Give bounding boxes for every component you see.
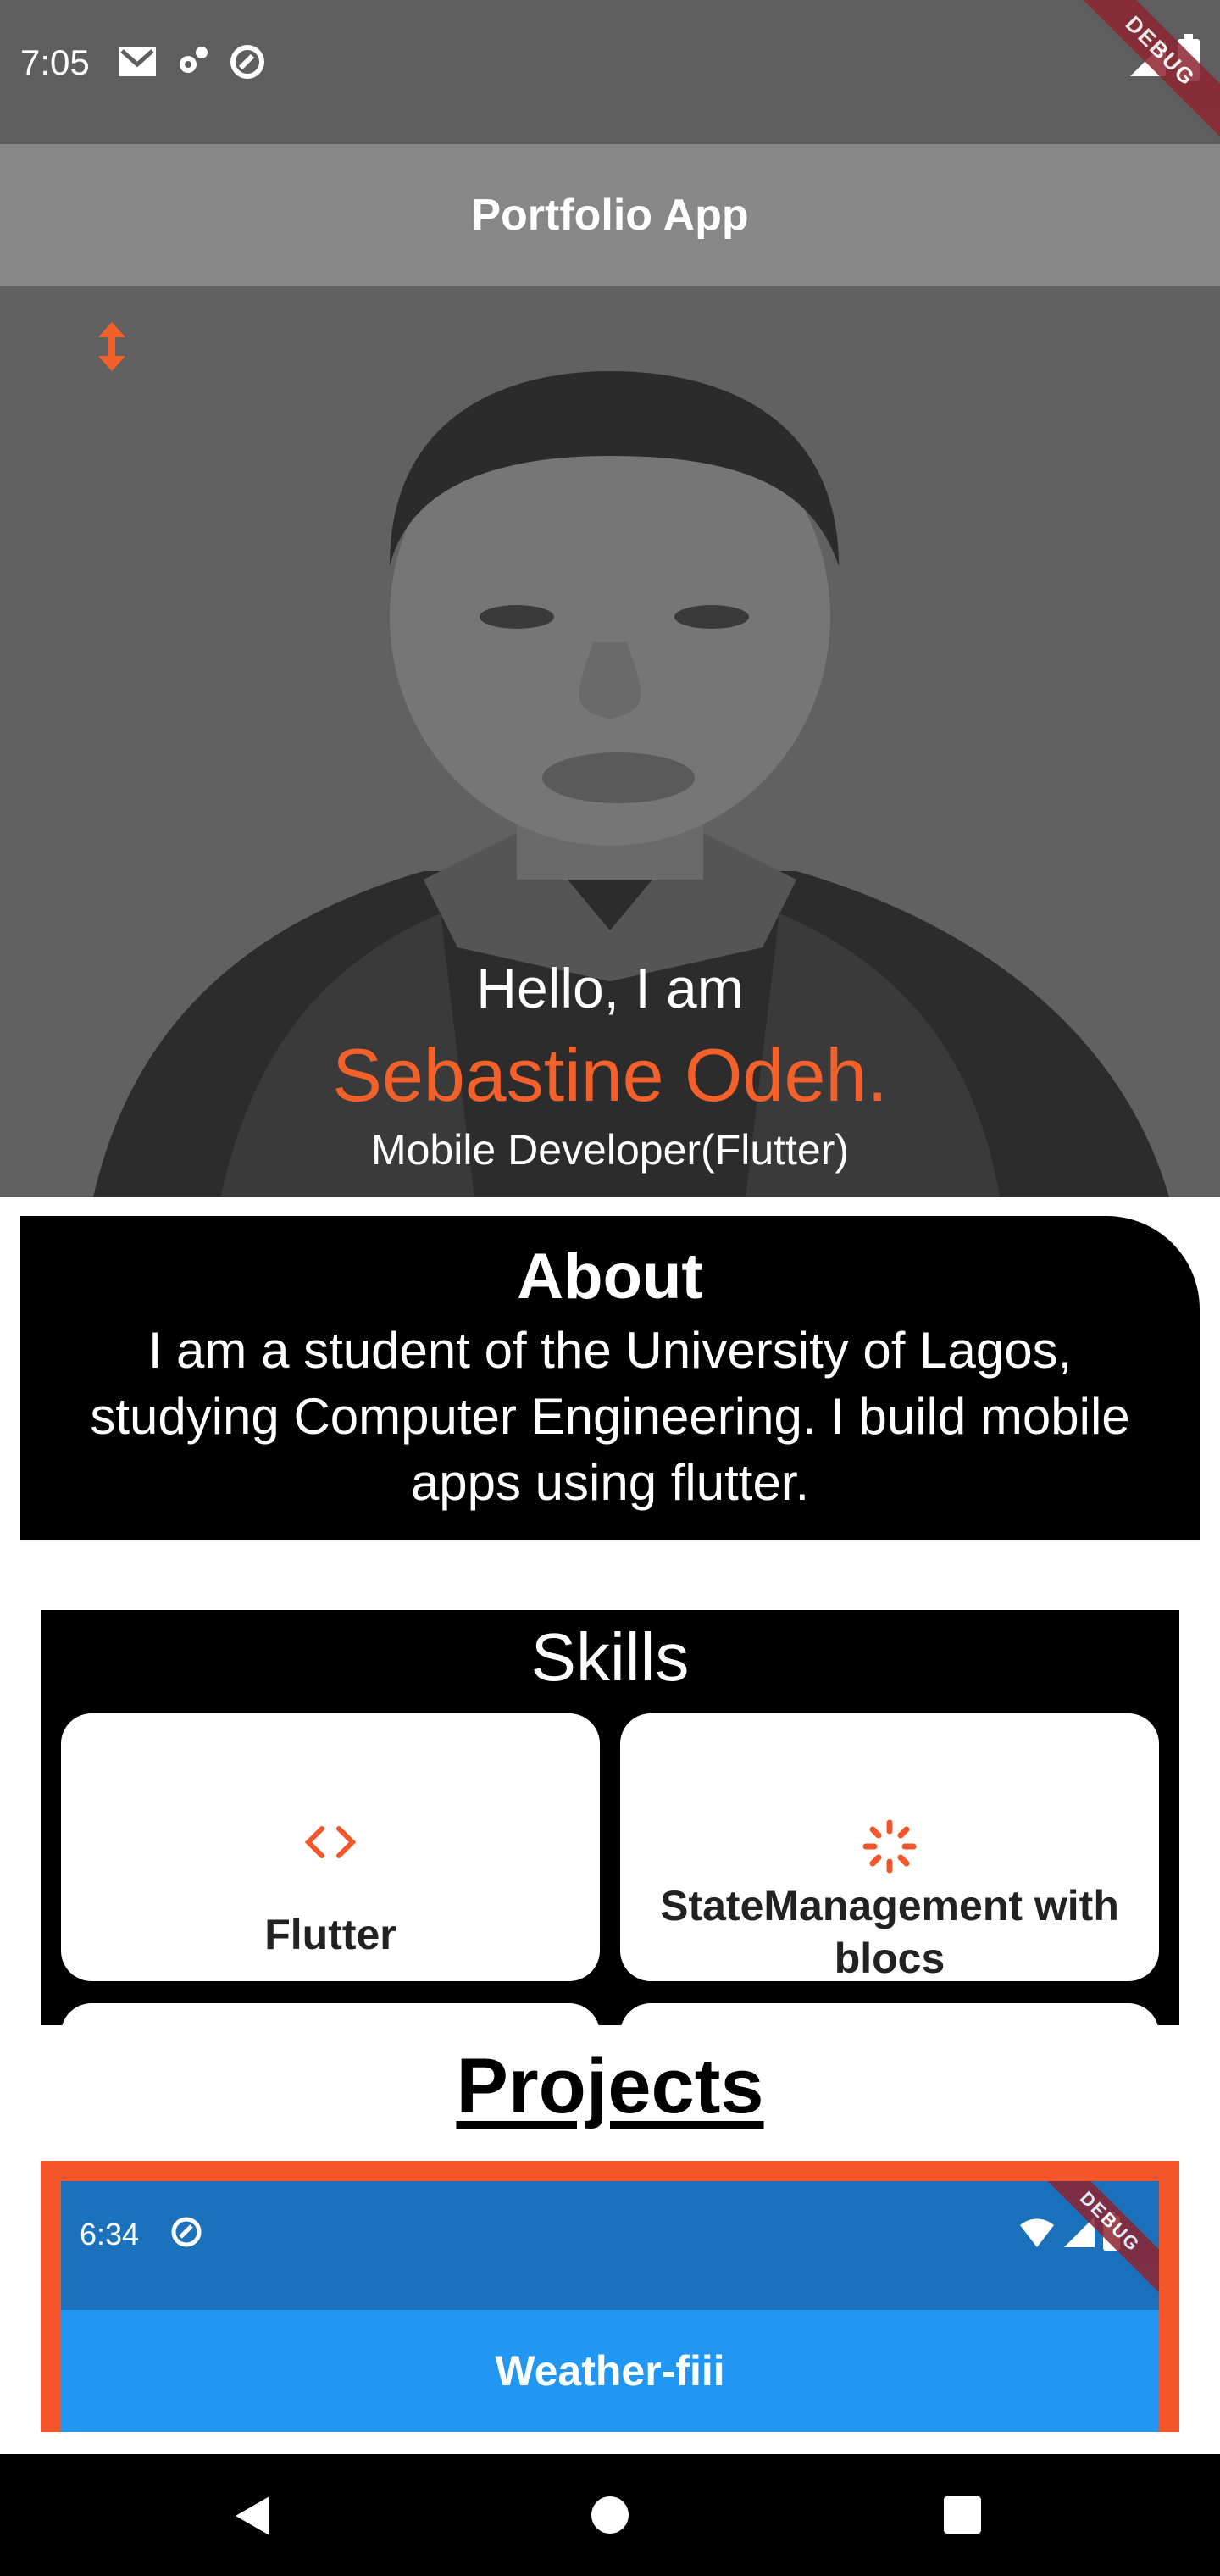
project-status-bar: 6:34 DEBUG — [61, 2181, 1159, 2310]
data-saver-icon — [171, 2217, 202, 2247]
wifi-icon — [1020, 2218, 1054, 2247]
system-nav-bar — [0, 2454, 1220, 2576]
project-title: Weather-fiii — [495, 2347, 725, 2395]
project-card[interactable]: 6:34 DEBUG Weather-fiii — [41, 2161, 1179, 2432]
status-time: 7:05 — [20, 42, 90, 82]
vertical-resize-icon[interactable] — [93, 319, 130, 375]
skill-card-state-management[interactable]: StateManagement with blocs — [620, 1713, 1159, 1982]
recents-icon[interactable] — [942, 2495, 983, 2535]
skill-label: StateManagement with blocs — [660, 1882, 1119, 1982]
skill-card-flutter[interactable]: Flutter — [61, 1713, 600, 1981]
project-screenshot: 6:34 DEBUG Weather-fiii — [61, 2181, 1159, 2432]
hero-greeting: Hello, I am — [476, 957, 744, 1019]
skills-section: Skills Flutter StateManagement with bloc… — [41, 1610, 1179, 2025]
status-bar: 7:05 DEBUG — [0, 0, 1220, 148]
skill-label: Flutter — [264, 1911, 396, 1958]
settings-sync-icon — [180, 47, 208, 73]
hero-section: Hello, I am Sebastine Odeh. Mobile Devel… — [0, 286, 1220, 1197]
app-bar-title: Portfolio App — [471, 191, 749, 240]
project-app-bar: Weather-fiii — [61, 2310, 1159, 2432]
skill-card-partial[interactable] — [620, 2003, 1159, 2025]
about-title: About — [517, 1241, 703, 1313]
skill-card-partial[interactable] — [61, 2003, 600, 2025]
about-card: About I am a student of the University o… — [20, 1216, 1200, 1540]
code-icon — [61, 1824, 600, 1865]
about-text: I am a student of the University of Lago… — [90, 1322, 1130, 1511]
skills-title: Skills — [530, 1619, 690, 1695]
loading-spinner-icon — [620, 1819, 1159, 1878]
project-status-time: 6:34 — [80, 2217, 140, 2251]
gmail-icon — [119, 47, 156, 76]
app-bar: Portfolio App — [0, 144, 1220, 286]
data-saver-icon — [230, 45, 264, 79]
home-icon[interactable] — [588, 2493, 632, 2537]
projects-title: Projects — [456, 2043, 764, 2129]
back-icon[interactable] — [230, 2493, 273, 2539]
hero-role: Mobile Developer(Flutter) — [370, 1126, 850, 1174]
hero-name: Sebastine Odeh. — [332, 1033, 888, 1117]
